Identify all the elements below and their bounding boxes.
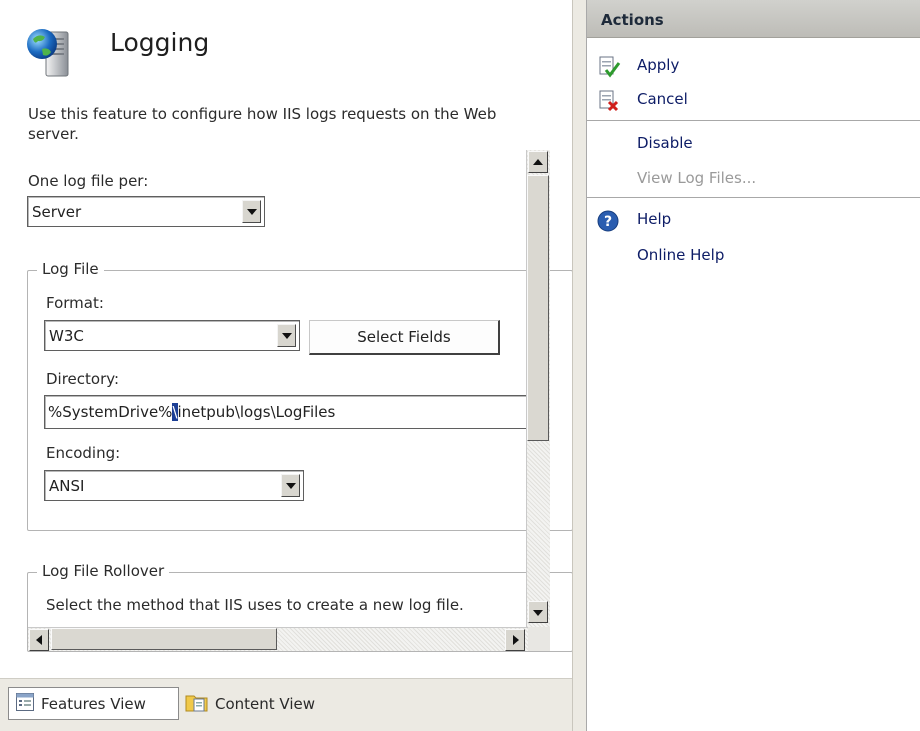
scroll-down-button[interactable] xyxy=(528,601,548,623)
page-description: Use this feature to configure how IIS lo… xyxy=(28,105,497,143)
actions-separator xyxy=(587,197,920,198)
vertical-scrollbar[interactable] xyxy=(526,150,550,627)
encoding-label: Encoding: xyxy=(46,444,121,462)
log-per-dropdown[interactable]: Server xyxy=(27,196,265,227)
view-log-files-link: View Log Files... xyxy=(637,169,757,187)
horizontal-scrollbar[interactable] xyxy=(28,627,528,651)
help-link[interactable]: Help xyxy=(637,210,671,228)
disable-action[interactable]: Disable xyxy=(587,130,920,158)
svg-text:?: ? xyxy=(604,214,612,230)
encoding-dropdown[interactable]: ANSI xyxy=(44,470,304,501)
chevron-down-icon[interactable] xyxy=(242,200,261,223)
tab-content-view-label: Content View xyxy=(215,694,316,713)
tab-content-view[interactable]: Content View xyxy=(183,687,315,720)
disable-link[interactable]: Disable xyxy=(637,134,693,152)
apply-action[interactable]: Apply xyxy=(587,52,920,80)
log-file-rollover-group-title: Log File Rollover xyxy=(37,562,170,580)
apply-icon xyxy=(597,55,621,79)
scroll-up-button[interactable] xyxy=(528,151,548,173)
format-value: W3C xyxy=(49,327,84,345)
actions-separator xyxy=(587,120,920,121)
scrollbar-corner xyxy=(528,627,550,651)
actions-header: Actions xyxy=(587,0,920,38)
content-view-icon xyxy=(185,691,209,717)
scroll-left-button[interactable] xyxy=(29,629,49,651)
log-file-group-title: Log File xyxy=(37,260,104,278)
help-icon: ? xyxy=(597,209,621,233)
tab-features-view[interactable]: Features View xyxy=(8,687,179,720)
scroll-right-button[interactable] xyxy=(505,629,525,651)
vertical-scroll-thumb[interactable] xyxy=(527,175,549,441)
help-action[interactable]: ? Help xyxy=(587,206,920,234)
select-fields-button[interactable]: Select Fields xyxy=(309,320,500,355)
actions-title: Actions xyxy=(601,11,664,29)
chevron-down-icon[interactable] xyxy=(281,474,300,497)
page-title: Logging xyxy=(110,28,210,57)
format-dropdown[interactable]: W3C xyxy=(44,320,300,351)
online-help-link[interactable]: Online Help xyxy=(637,246,724,264)
view-log-files-action: View Log Files... xyxy=(587,165,920,193)
rollover-description: Select the method that IIS uses to creat… xyxy=(46,596,464,614)
cancel-icon xyxy=(597,89,621,113)
log-per-value: Server xyxy=(32,203,82,221)
logging-feature-panel: Logging Use this feature to configure ho… xyxy=(0,0,573,731)
horizontal-scroll-thumb[interactable] xyxy=(51,628,277,650)
cancel-action[interactable]: Cancel xyxy=(587,86,920,114)
logging-server-globe-icon xyxy=(22,24,82,80)
directory-label: Directory: xyxy=(46,370,120,388)
apply-link[interactable]: Apply xyxy=(637,56,679,74)
view-tab-bar: Features View Content View xyxy=(0,678,572,731)
directory-text: %SystemDrive%\inetpub\logs\LogFiles xyxy=(48,403,336,421)
log-per-label: One log file per: xyxy=(28,172,149,190)
tab-features-view-label: Features View xyxy=(41,694,146,713)
directory-input[interactable]: %SystemDrive%\inetpub\logs\LogFiles xyxy=(44,395,528,429)
online-help-action[interactable]: Online Help xyxy=(587,242,920,270)
format-label: Format: xyxy=(46,294,104,312)
features-view-icon xyxy=(15,692,35,716)
actions-pane: Actions Apply Cancel Disable View Log Fi… xyxy=(586,0,920,731)
chevron-down-icon[interactable] xyxy=(277,324,296,347)
pane-splitter[interactable] xyxy=(572,0,586,731)
encoding-value: ANSI xyxy=(49,477,85,495)
cancel-link[interactable]: Cancel xyxy=(637,90,688,108)
